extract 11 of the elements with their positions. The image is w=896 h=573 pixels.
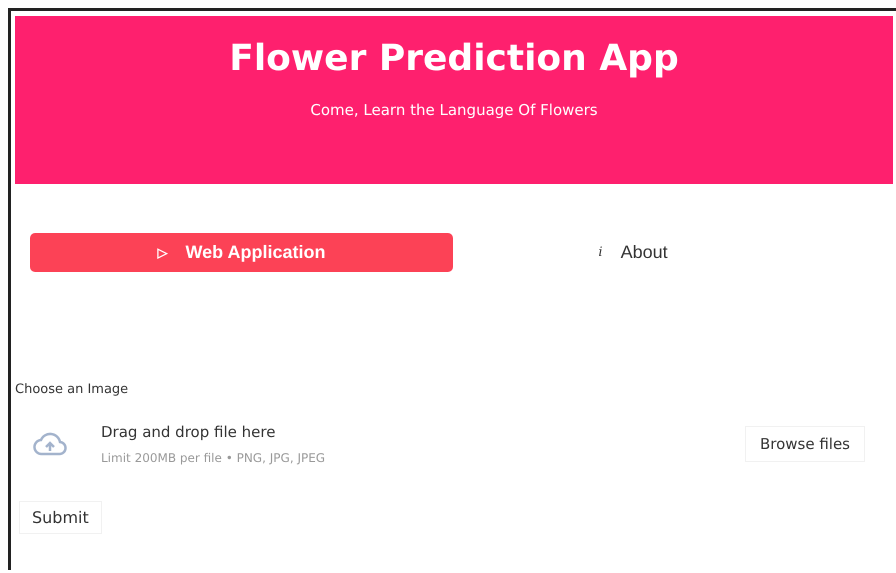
info-icon: i: [598, 245, 603, 260]
upload-label: Choose an Image: [15, 382, 130, 397]
browse-files-button[interactable]: Browse files: [744, 426, 865, 462]
play-icon: ▷: [157, 245, 168, 260]
drop-prompt: Drag and drop file here: [101, 423, 276, 441]
file-limit-hint: Limit 200MB per file • PNG, JPG, JPEG: [101, 451, 326, 465]
app-subtitle: Come, Learn the Language Of Flowers: [310, 101, 598, 119]
submit-button[interactable]: Submit: [19, 501, 102, 534]
upload-cloud-icon: [33, 432, 67, 456]
tab[interactable]: i About: [553, 233, 713, 272]
app-title: Flower Prediction App: [229, 38, 679, 79]
